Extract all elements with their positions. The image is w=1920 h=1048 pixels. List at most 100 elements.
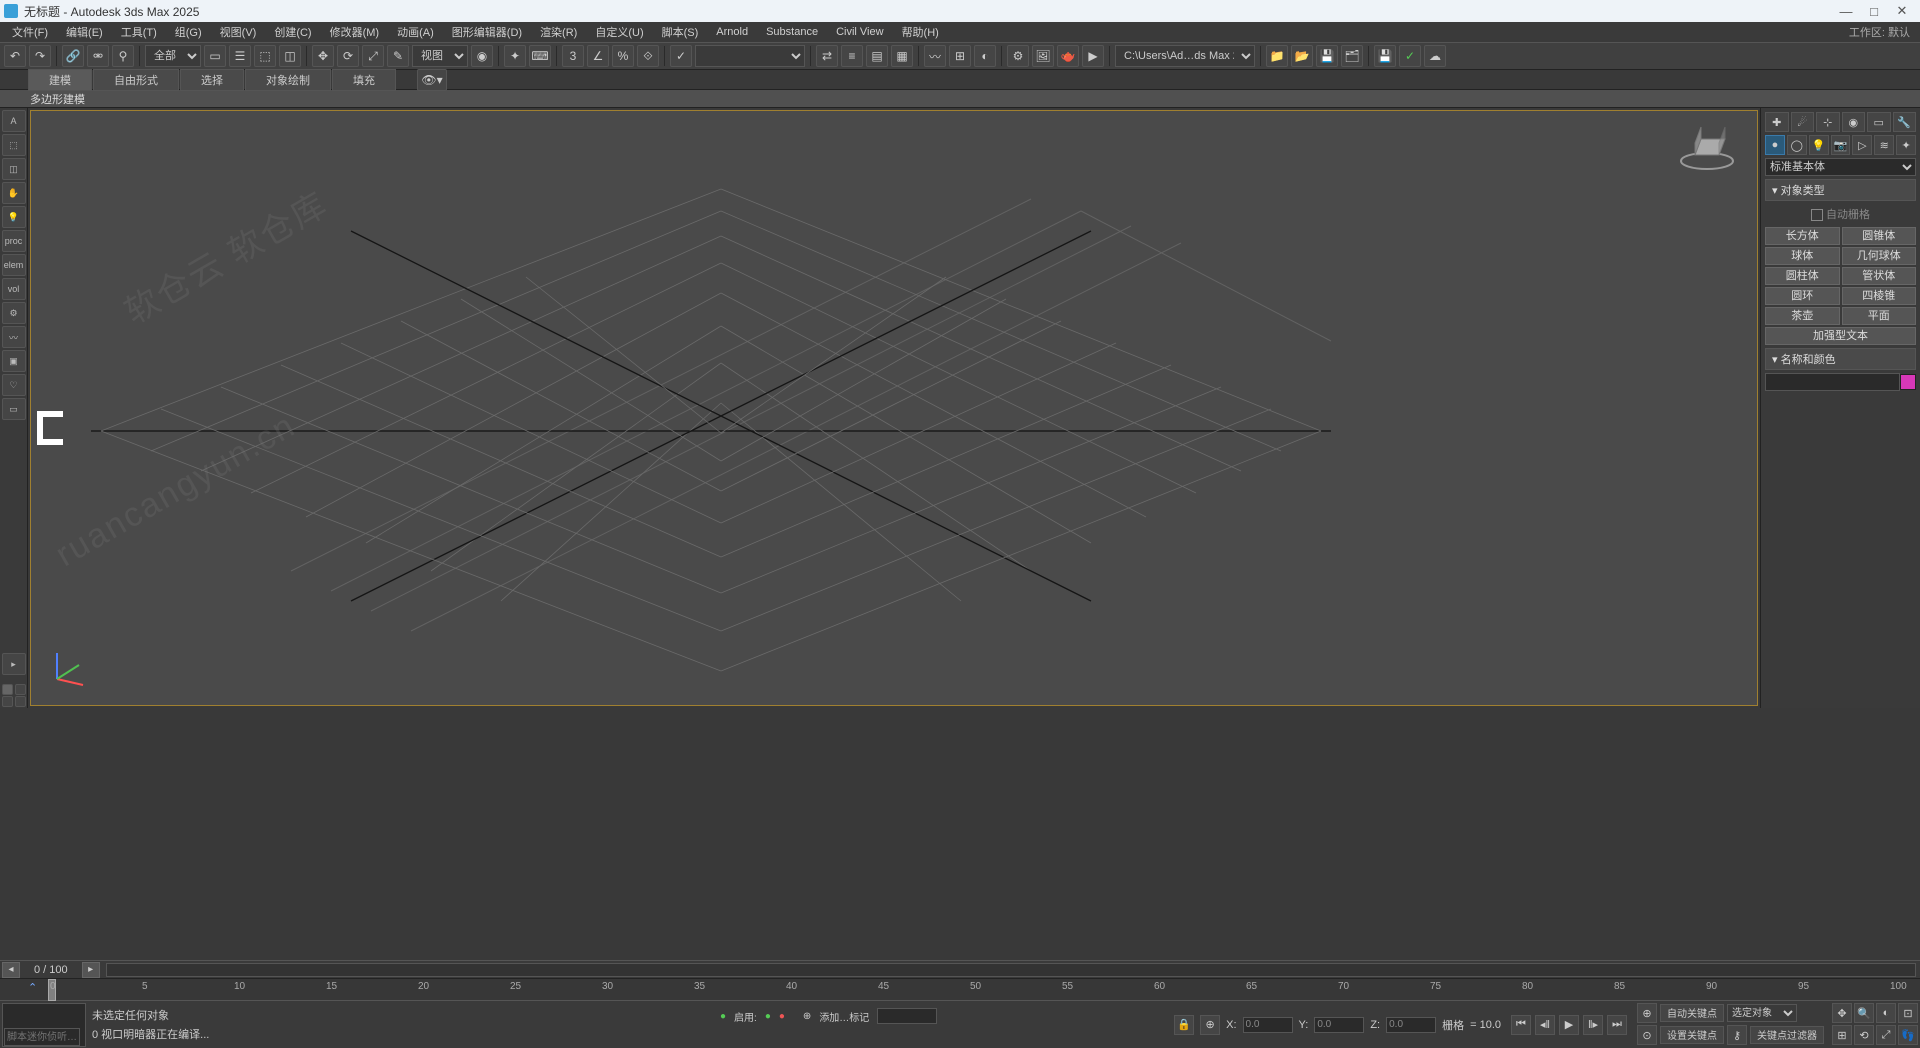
nav-fov-icon[interactable]: ◐ [1876,1003,1896,1023]
project-path[interactable]: C:\Users\Ad…ds Max 2025 [1115,45,1255,67]
nav-zoomall-icon[interactable]: ⊡ [1898,1003,1918,1023]
ribbon-tab-selection[interactable]: 选择 [180,69,244,91]
menu-render[interactable]: 渲染(R) [532,22,585,42]
toggle-ribbon-icon[interactable]: ▦ [891,45,913,67]
cat-cameras-icon[interactable]: 📷 [1831,135,1851,155]
select-object-icon[interactable]: ▭ [204,45,226,67]
menu-edit[interactable]: 编辑(E) [58,22,111,42]
time-right-icon[interactable]: ▸ [82,962,100,978]
menu-help[interactable]: 帮助(H) [894,22,947,42]
autokey-button[interactable]: 自动关键点 [1660,1004,1724,1022]
keyboard-shortcut-icon[interactable]: ⌨ [529,45,551,67]
workspace-label[interactable]: 工作区: 默认 [1843,22,1916,42]
vp-layout-2[interactable] [15,684,26,695]
time-left-icon[interactable]: ◂ [2,962,20,978]
keyfilter-button[interactable]: 关键点过滤器 [1750,1026,1824,1044]
btn-plane[interactable]: 平面 [1842,307,1917,325]
play-icon[interactable]: ▶ [1559,1015,1579,1035]
redo-icon[interactable]: ↷ [29,45,51,67]
geom-icon[interactable]: ▣ [2,350,26,372]
layers-icon[interactable]: ▤ [866,45,888,67]
cat-spacewarps-icon[interactable]: ≋ [1874,135,1894,155]
object-name-input[interactable] [1765,373,1900,391]
ribbon-tab-freeform[interactable]: 自由形式 [93,69,179,91]
setkey-button[interactable]: 设置关键点 [1660,1026,1724,1044]
next-frame-icon[interactable]: ‖▸ [1583,1015,1603,1035]
key-mode-icon[interactable]: ⊕ [1637,1003,1657,1023]
menu-animation[interactable]: 动画(A) [389,22,442,42]
ribbon-tab-populate[interactable]: 填充 [332,69,396,91]
bind-icon[interactable]: ⚲ [112,45,134,67]
script-listener-input[interactable] [4,1028,80,1046]
ref-icon[interactable]: 🗂 [1341,45,1363,67]
vp-layout-4[interactable] [15,696,26,707]
select-rect-icon[interactable]: ⬚ [254,45,276,67]
nav-maximize-icon[interactable]: ⤢ [1876,1025,1896,1045]
set-project-icon[interactable]: 📂 [1291,45,1313,67]
unlink-icon[interactable]: ⚮ [87,45,109,67]
nav-zoomext-icon[interactable]: ⊞ [1832,1025,1852,1045]
elem-icon[interactable]: elem [2,254,26,276]
scene-explorer-icon[interactable]: A [2,110,26,132]
angle-snap-icon[interactable]: ∠ [587,45,609,67]
layer-explorer-icon[interactable]: ⬚ [2,134,26,156]
menu-tools[interactable]: 工具(T) [113,22,165,42]
z-input[interactable] [1386,1017,1436,1033]
autogrid-checkbox[interactable]: 自动栅格 [1765,204,1916,224]
cmd-tab-create[interactable]: ✚ [1765,112,1789,132]
viewcube[interactable] [1677,121,1737,171]
maximize-button[interactable]: □ [1860,4,1888,19]
cat-systems-icon[interactable]: ✦ [1896,135,1916,155]
nav-pan-icon[interactable]: ✥ [1832,1003,1852,1023]
viewport-perspective[interactable]: 软仓云 软仓库 ruancangyun.cn [30,110,1758,706]
time-scrub-track[interactable] [106,963,1916,977]
cat-geometry-icon[interactable]: ● [1765,135,1785,155]
rollout-object-type[interactable]: ▾ 对象类型 [1765,179,1916,201]
bone-icon[interactable]: ⚙ [2,302,26,324]
open-folder-icon[interactable]: 📁 [1266,45,1288,67]
key-filters-icon[interactable]: ⚷ [1727,1025,1747,1045]
snap-toggle-icon[interactable]: 3 [562,45,584,67]
x-input[interactable] [1243,1017,1293,1033]
menu-create[interactable]: 创建(C) [266,22,319,42]
key-track-icon[interactable]: ⌃ [28,981,42,995]
ref-coord-dropdown[interactable]: 视图 [412,45,468,67]
render-icon[interactable]: 🫖 [1057,45,1079,67]
placement-icon[interactable]: ✎ [387,45,409,67]
ribbon-toggle-icon[interactable]: 👁▾ [417,69,447,91]
render-frame-icon[interactable]: 🖼 [1032,45,1054,67]
render-setup-icon[interactable]: ⚙ [1007,45,1029,67]
move-icon[interactable]: ✥ [312,45,334,67]
curve-editor-icon[interactable]: 〰 [924,45,946,67]
crease-explorer-icon[interactable]: ◫ [2,158,26,180]
polygon-modeling-label[interactable]: 多边形建模 [30,91,85,107]
timeline-ruler[interactable]: ⌃ 05101520253035404550556065707580859095… [0,978,1920,1000]
curve-icon[interactable]: 〰 [2,326,26,348]
align-icon[interactable]: ≡ [841,45,863,67]
selection-filter[interactable]: 全部 [145,45,201,67]
set-key-icon[interactable]: ⊙ [1637,1025,1657,1045]
vp-layout-3[interactable] [2,696,13,707]
nav-orbit-icon[interactable]: ⟲ [1854,1025,1874,1045]
ribbon-tab-objectpaint[interactable]: 对象绘制 [245,69,331,91]
btn-sphere[interactable]: 球体 [1765,247,1840,265]
key-target-dropdown[interactable]: 选定对象 [1727,1004,1797,1022]
cmd-tab-hierarchy[interactable]: ⊹ [1816,112,1840,132]
cmd-tab-display[interactable]: ▭ [1867,112,1891,132]
isolate-icon[interactable]: ⊕ [1200,1015,1220,1035]
light-icon[interactable]: 💡 [2,206,26,228]
prev-frame-icon[interactable]: ◂‖ [1535,1015,1555,1035]
btn-teapot[interactable]: 茶壶 [1765,307,1840,325]
undo-icon[interactable]: ↶ [4,45,26,67]
btn-pyramid[interactable]: 四棱锥 [1842,287,1917,305]
menu-group[interactable]: 组(G) [167,22,210,42]
menu-graph[interactable]: 图形编辑器(D) [444,22,530,42]
tag-input[interactable] [877,1008,937,1024]
menu-script[interactable]: 脚本(S) [654,22,707,42]
goto-start-icon[interactable]: ⏮ [1511,1015,1531,1035]
menu-substance[interactable]: Substance [758,24,826,40]
menu-modifiers[interactable]: 修改器(M) [322,22,388,42]
y-input[interactable] [1314,1017,1364,1033]
hand-icon[interactable]: ✋ [2,182,26,204]
cmd-tab-motion[interactable]: ◉ [1842,112,1866,132]
